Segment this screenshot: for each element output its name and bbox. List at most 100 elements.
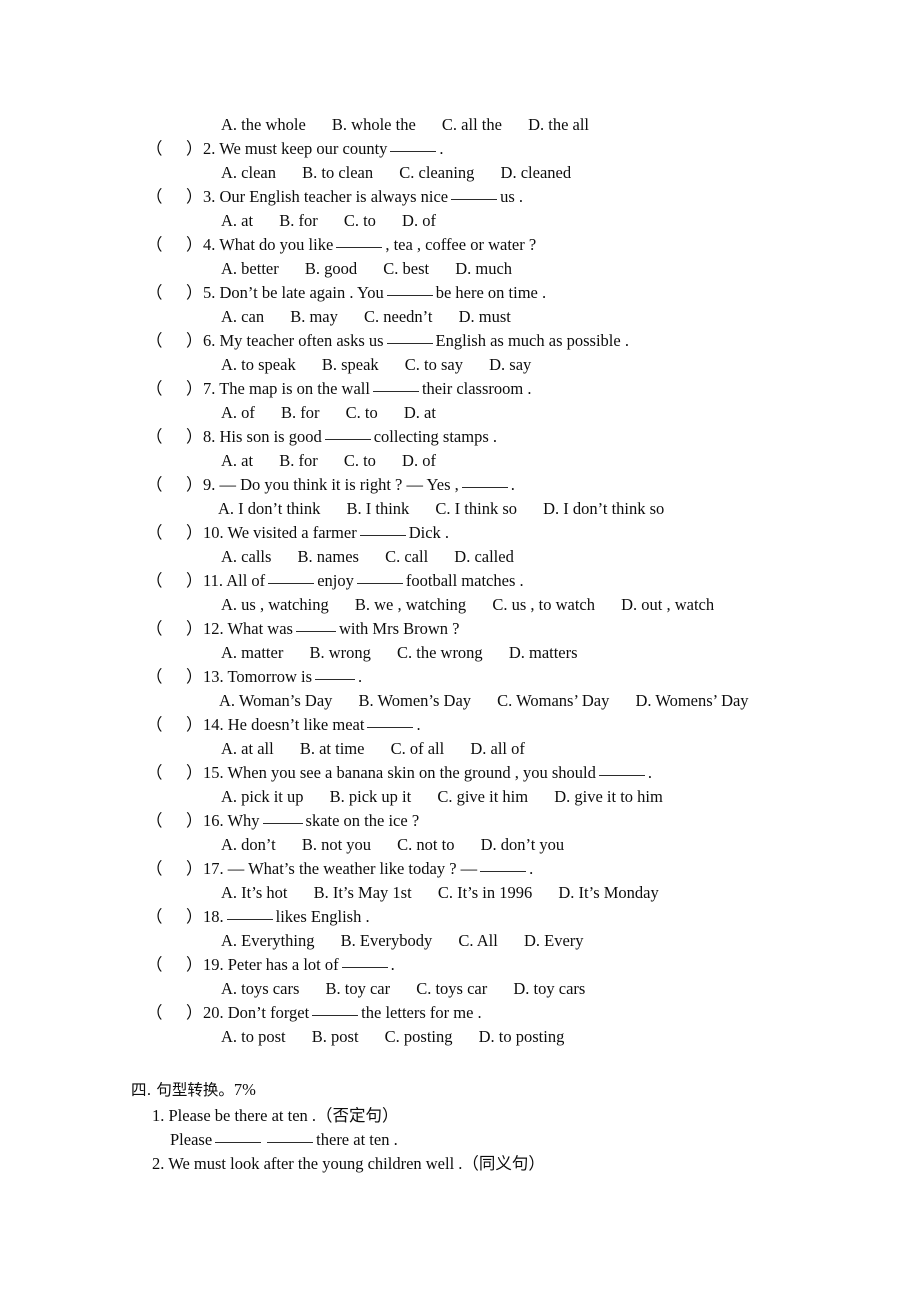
option-d[interactable]: D. all of bbox=[470, 737, 525, 761]
option-d[interactable]: D. give it to him bbox=[554, 785, 663, 809]
option-b[interactable]: B. post bbox=[312, 1025, 359, 1049]
option-c[interactable]: C. all the bbox=[442, 113, 502, 137]
answer-blank[interactable] bbox=[386, 330, 433, 344]
answer-blank[interactable] bbox=[295, 618, 336, 632]
option-b[interactable]: B. pick up it bbox=[330, 785, 412, 809]
option-b[interactable]: B. I think bbox=[347, 497, 410, 521]
option-b[interactable]: B. may bbox=[290, 305, 338, 329]
answer-blank[interactable] bbox=[336, 234, 383, 248]
option-a[interactable]: A. to post bbox=[221, 1025, 286, 1049]
option-b[interactable]: B. names bbox=[298, 545, 359, 569]
answer-blank-2[interactable] bbox=[267, 1129, 314, 1143]
option-b[interactable]: B. to clean bbox=[302, 161, 373, 185]
option-d[interactable]: D. Every bbox=[524, 929, 584, 953]
option-c[interactable]: C. toys car bbox=[416, 977, 487, 1001]
option-d[interactable]: D. out , watch bbox=[621, 593, 714, 617]
option-b[interactable]: B. wrong bbox=[309, 641, 370, 665]
option-b[interactable]: B. toy car bbox=[325, 977, 390, 1001]
answer-blank[interactable] bbox=[262, 810, 303, 824]
option-c[interactable]: C. to say bbox=[405, 353, 463, 377]
option-a[interactable]: A. don’t bbox=[221, 833, 276, 857]
answer-blank[interactable] bbox=[312, 1002, 359, 1016]
option-b[interactable]: B. not you bbox=[302, 833, 371, 857]
option-a[interactable]: A. pick it up bbox=[221, 785, 304, 809]
option-d[interactable]: D. of bbox=[402, 209, 436, 233]
option-c[interactable]: C. us , to watch bbox=[492, 593, 595, 617]
answer-blank[interactable] bbox=[390, 138, 437, 152]
option-c[interactable]: C. call bbox=[385, 545, 428, 569]
answer-blank[interactable] bbox=[598, 762, 645, 776]
option-b[interactable]: B. good bbox=[305, 257, 357, 281]
option-b[interactable]: B. It’s May 1st bbox=[314, 881, 412, 905]
option-d[interactable]: D. matters bbox=[509, 641, 578, 665]
option-c[interactable]: C. best bbox=[383, 257, 429, 281]
option-c[interactable]: C. It’s in 1996 bbox=[438, 881, 532, 905]
option-c[interactable]: C. not to bbox=[397, 833, 454, 857]
option-b[interactable]: B. for bbox=[279, 209, 318, 233]
answer-blank[interactable] bbox=[451, 186, 498, 200]
option-c[interactable]: C. the wrong bbox=[397, 641, 483, 665]
option-d[interactable]: D. It’s Monday bbox=[558, 881, 658, 905]
answer-blank[interactable] bbox=[372, 378, 419, 392]
option-d[interactable]: D. the all bbox=[528, 113, 589, 137]
option-a[interactable]: A. to speak bbox=[221, 353, 296, 377]
option-c[interactable]: C. to bbox=[344, 209, 376, 233]
option-c[interactable]: C. All bbox=[458, 929, 497, 953]
option-c[interactable]: C. posting bbox=[385, 1025, 453, 1049]
option-a[interactable]: A. Woman’s Day bbox=[219, 689, 332, 713]
option-d[interactable]: D. of bbox=[402, 449, 436, 473]
option-c[interactable]: C. cleaning bbox=[399, 161, 474, 185]
answer-blank[interactable] bbox=[324, 426, 371, 440]
option-b[interactable]: B. we , watching bbox=[355, 593, 466, 617]
option-d[interactable]: D. at bbox=[404, 401, 436, 425]
option-a[interactable]: A. at all bbox=[221, 737, 274, 761]
option-a[interactable]: A. the whole bbox=[221, 113, 306, 137]
answer-blank-1[interactable] bbox=[215, 1129, 262, 1143]
option-b[interactable]: B. Women’s Day bbox=[359, 689, 472, 713]
answer-blank-1[interactable] bbox=[268, 570, 315, 584]
option-c[interactable]: C. to bbox=[346, 401, 378, 425]
option-d[interactable]: D. say bbox=[489, 353, 531, 377]
option-d[interactable]: D. toy cars bbox=[513, 977, 585, 1001]
option-a[interactable]: A. I don’t think bbox=[218, 497, 320, 521]
option-b[interactable]: B. whole the bbox=[332, 113, 416, 137]
option-a[interactable]: A. at bbox=[221, 209, 253, 233]
option-d[interactable]: D. must bbox=[459, 305, 511, 329]
option-c[interactable]: C. needn’t bbox=[364, 305, 432, 329]
option-a[interactable]: A. matter bbox=[221, 641, 283, 665]
option-a[interactable]: A. us , watching bbox=[221, 593, 329, 617]
answer-blank[interactable] bbox=[367, 714, 414, 728]
answer-blank[interactable] bbox=[341, 954, 388, 968]
option-d[interactable]: D. cleaned bbox=[501, 161, 572, 185]
option-b[interactable]: B. speak bbox=[322, 353, 379, 377]
option-a[interactable]: A. can bbox=[221, 305, 264, 329]
answer-blank[interactable] bbox=[461, 474, 508, 488]
option-b[interactable]: B. at time bbox=[300, 737, 365, 761]
option-b[interactable]: B. Everybody bbox=[341, 929, 433, 953]
answer-blank[interactable] bbox=[315, 666, 355, 680]
option-d[interactable]: D. Womens’ Day bbox=[635, 689, 748, 713]
option-a[interactable]: A. toys cars bbox=[221, 977, 299, 1001]
option-b[interactable]: B. for bbox=[279, 449, 318, 473]
option-c[interactable]: C. give it him bbox=[437, 785, 528, 809]
answer-blank-2[interactable] bbox=[356, 570, 403, 584]
option-a[interactable]: A. clean bbox=[221, 161, 276, 185]
option-d[interactable]: D. to posting bbox=[479, 1025, 565, 1049]
answer-blank[interactable] bbox=[480, 858, 527, 872]
option-c[interactable]: C. to bbox=[344, 449, 376, 473]
option-c[interactable]: C. of all bbox=[391, 737, 445, 761]
option-a[interactable]: A. of bbox=[221, 401, 255, 425]
option-c[interactable]: C. Womans’ Day bbox=[497, 689, 609, 713]
option-d[interactable]: D. don’t you bbox=[481, 833, 565, 857]
option-d[interactable]: D. called bbox=[454, 545, 514, 569]
option-d[interactable]: D. much bbox=[455, 257, 512, 281]
option-b[interactable]: B. for bbox=[281, 401, 320, 425]
option-d[interactable]: D. I don’t think so bbox=[543, 497, 664, 521]
option-a[interactable]: A. Everything bbox=[221, 929, 314, 953]
option-a[interactable]: A. It’s hot bbox=[221, 881, 287, 905]
answer-blank[interactable] bbox=[226, 906, 273, 920]
option-a[interactable]: A. calls bbox=[221, 545, 271, 569]
option-a[interactable]: A. at bbox=[221, 449, 253, 473]
option-c[interactable]: C. I think so bbox=[435, 497, 517, 521]
option-a[interactable]: A. better bbox=[221, 257, 279, 281]
